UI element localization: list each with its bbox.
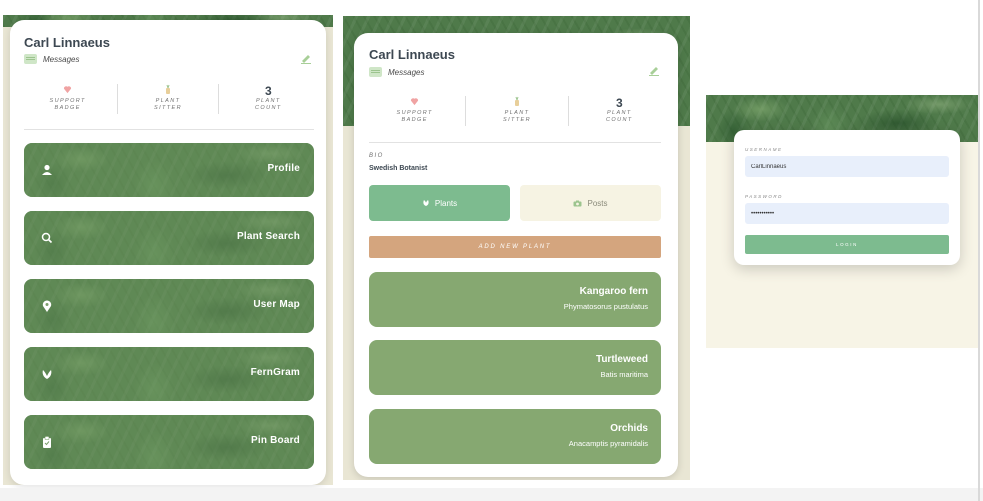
stat-label: PLANT SITTER — [154, 98, 182, 111]
menu-label: User Map — [253, 299, 300, 310]
stat-plant-sitter: PLANT SITTER — [117, 84, 217, 114]
username-heading: Carl Linnaeus — [24, 35, 110, 50]
plant-scientific-name: Batis maritima — [600, 370, 648, 379]
plant-card[interactable]: Turtleweed Batis maritima — [369, 340, 661, 395]
tab-label: Plants — [434, 198, 458, 208]
messages-label: Messages — [43, 54, 80, 64]
page-right-border — [978, 0, 980, 501]
message-icon — [24, 54, 37, 64]
menu-label: Profile — [267, 163, 300, 174]
profile-menu-screen: Carl Linnaeus Messages SUPPORT BADGE PLA… — [3, 15, 333, 485]
login-screen: USERNAME PASSWORD LOGIN — [706, 95, 980, 348]
divider — [369, 142, 661, 143]
clipboard-icon — [43, 436, 51, 448]
stat-plant-count: 3 PLANT COUNT — [567, 96, 670, 126]
login-card: USERNAME PASSWORD LOGIN — [734, 130, 960, 265]
plant-sitter-icon — [466, 96, 567, 110]
menu-tile-ferngram[interactable]: FernGram — [24, 347, 314, 401]
stat-support-badge: SUPPORT BADGE — [18, 84, 117, 114]
message-icon — [369, 67, 382, 77]
support-badge-icon — [18, 84, 117, 98]
screenshot-stage: Carl Linnaeus Messages SUPPORT BADGE PLA… — [0, 0, 983, 501]
menu-tile-pin-board[interactable]: Pin Board — [24, 415, 314, 469]
stat-label: PLANT SITTER — [503, 110, 531, 123]
stat-label: SUPPORT BADGE — [49, 98, 86, 111]
profile-detail-card: Carl Linnaeus Messages SUPPORT BADGE PLA… — [354, 33, 678, 477]
plant-scientific-name: Anacamptis pyramidalis — [568, 439, 648, 448]
profile-detail-screen: Carl Linnaeus Messages SUPPORT BADGE PLA… — [343, 16, 690, 480]
map-pin-icon — [42, 300, 52, 312]
menu-label: FernGram — [250, 367, 300, 378]
tab-plants[interactable]: Plants — [369, 185, 510, 221]
plant-sitter-icon — [118, 84, 217, 98]
stat-plant-sitter: PLANT SITTER — [465, 96, 567, 126]
plant-name: Turtleweed — [595, 354, 648, 365]
page-bottom-band — [0, 488, 983, 501]
messages-link[interactable]: Messages — [24, 54, 79, 64]
add-new-plant-button[interactable]: ADD NEW PLANT — [369, 236, 661, 258]
menu-label: Pin Board — [250, 435, 300, 446]
stats-row: SUPPORT BADGE PLANT SITTER 3 PLANT COUNT — [18, 84, 318, 114]
messages-label: Messages — [388, 67, 425, 77]
camera-icon — [573, 200, 582, 206]
username-heading: Carl Linnaeus — [369, 47, 455, 62]
stat-label: PLANT COUNT — [255, 98, 282, 111]
stat-label: SUPPORT BADGE — [396, 110, 433, 123]
stat-plant-count: 3 PLANT COUNT — [217, 84, 318, 114]
messages-link[interactable]: Messages — [369, 67, 424, 77]
edit-pencil-icon[interactable] — [648, 64, 660, 76]
divider — [24, 129, 314, 130]
login-button[interactable]: LOGIN — [745, 235, 949, 254]
menu-tile-user-map[interactable]: User Map — [24, 279, 314, 333]
menu-tile-plant-search[interactable]: Plant Search — [24, 211, 314, 265]
bio-heading: BIO — [369, 153, 384, 159]
tab-posts[interactable]: Posts — [520, 185, 661, 221]
plant-card[interactable]: Orchids Anacamptis pyramidalis — [369, 409, 661, 464]
search-icon — [41, 232, 53, 244]
username-label: USERNAME — [745, 147, 783, 152]
password-label: PASSWORD — [745, 194, 783, 199]
fern-icon — [42, 370, 52, 379]
stat-support-badge: SUPPORT BADGE — [364, 96, 465, 126]
stat-label: PLANT COUNT — [606, 110, 633, 123]
plant-icon — [423, 200, 429, 206]
support-badge-icon — [364, 96, 465, 110]
profile-menu-card: Carl Linnaeus Messages SUPPORT BADGE PLA… — [10, 20, 326, 485]
stats-row: SUPPORT BADGE PLANT SITTER 3 PLANT COUNT — [364, 96, 670, 126]
plant-scientific-name: Phymatosorus pustulatus — [563, 302, 648, 311]
plant-card[interactable]: Kangaroo fern Phymatosorus pustulatus — [369, 272, 661, 327]
user-icon — [42, 164, 52, 175]
menu-label: Plant Search — [237, 231, 300, 242]
plant-count-value: 3 — [264, 84, 272, 98]
username-input[interactable] — [745, 156, 949, 177]
password-input[interactable] — [745, 203, 949, 224]
plant-name: Orchids — [610, 423, 648, 434]
edit-pencil-icon[interactable] — [300, 52, 312, 64]
plant-name: Kangaroo fern — [579, 286, 648, 297]
bio-text: Swedish Botanist — [369, 165, 428, 172]
plant-count-value: 3 — [615, 96, 623, 110]
tab-label: Posts — [587, 198, 608, 208]
menu-tile-profile[interactable]: Profile — [24, 143, 314, 197]
